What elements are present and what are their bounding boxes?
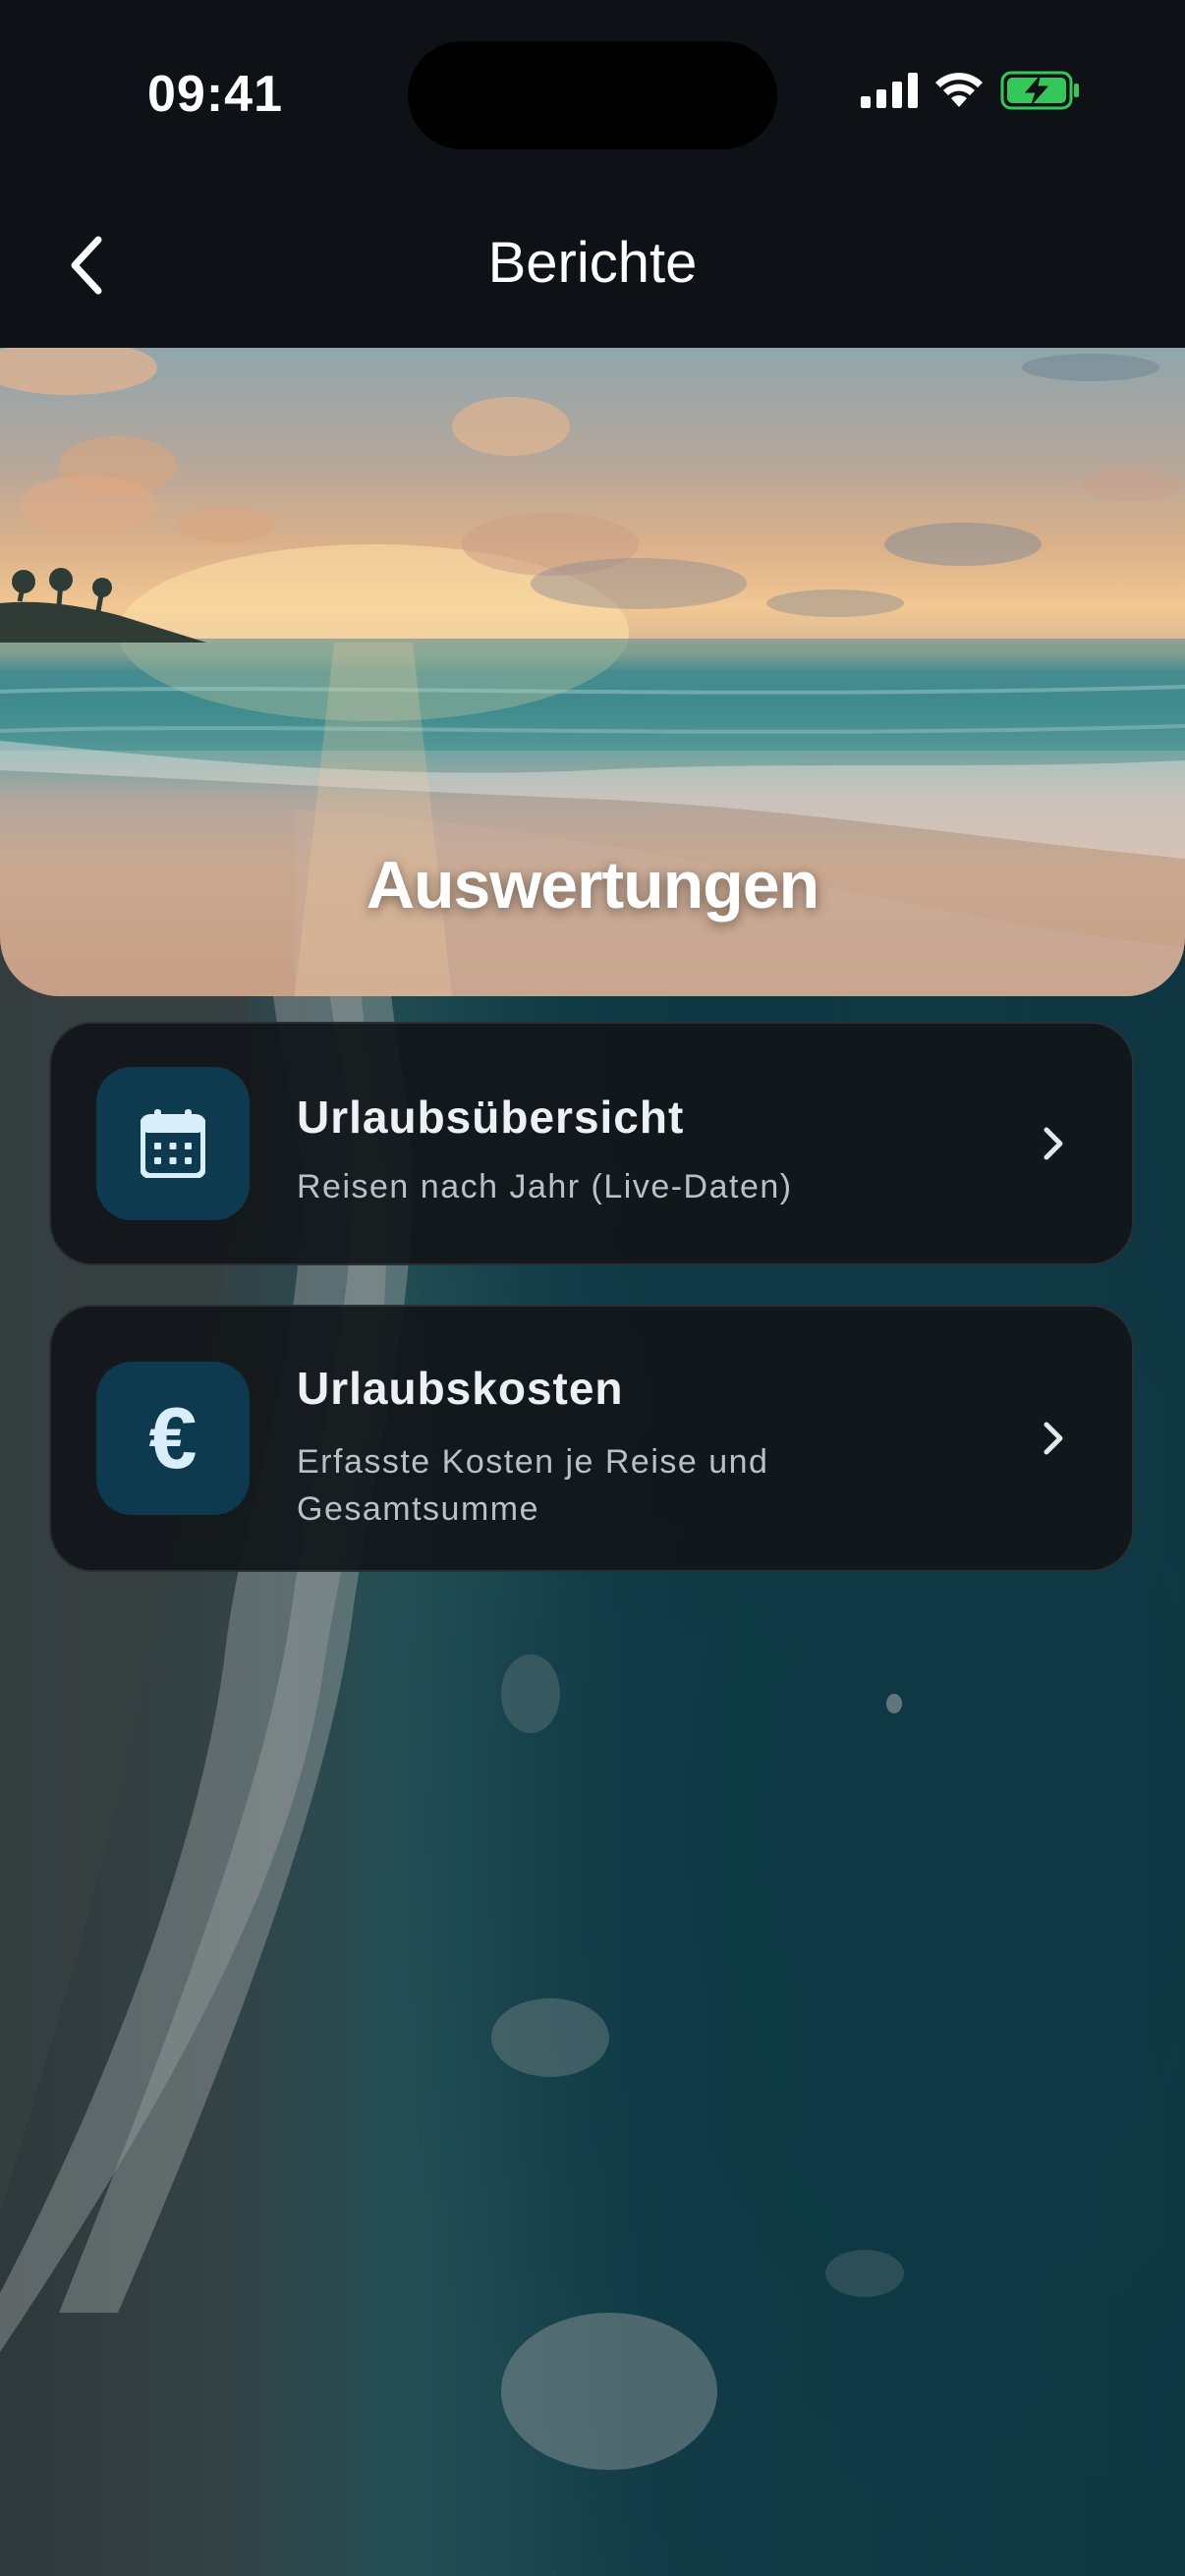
report-card-vacation-overview[interactable]: Urlaubsübersicht Reisen nach Jahr (Live-…: [49, 1022, 1134, 1265]
status-time: 09:41: [147, 66, 283, 123]
cellular-signal-icon: [861, 73, 918, 113]
status-bar: 09:41: [0, 0, 1185, 187]
status-icons: [861, 71, 1081, 115]
wifi-icon: [933, 72, 985, 114]
card-icon-tile: [96, 1067, 250, 1220]
euro-icon: €: [148, 1389, 198, 1486]
calendar-icon: [141, 1109, 205, 1178]
card-subtitle: Reisen nach Jahr (Live-Daten): [297, 1168, 793, 1205]
page-title: Berichte: [487, 231, 698, 295]
report-card-vacation-costs[interactable]: € Urlaubskosten Erfasste Kosten je Reise…: [49, 1305, 1134, 1572]
card-subtitle: Erfasste Kosten je Reise und Gesamtsumme: [297, 1443, 769, 1528]
card-icon-tile: €: [96, 1362, 250, 1515]
card-title: Urlaubsübersicht: [297, 1092, 685, 1143]
dynamic-island: [408, 41, 777, 149]
hero-banner: Auswertungen: [0, 348, 1185, 996]
hero-title: Auswertungen: [366, 848, 819, 923]
chevron-right-icon: [1034, 1419, 1073, 1458]
battery-charging-icon: [1000, 71, 1081, 115]
reports-screen: 09:41 Berichte Auswertungen Urlaubsübers…: [0, 0, 1185, 2576]
card-title: Urlaubskosten: [297, 1363, 624, 1414]
chevron-right-icon: [1034, 1124, 1073, 1163]
navigation-bar: Berichte: [0, 187, 1185, 348]
